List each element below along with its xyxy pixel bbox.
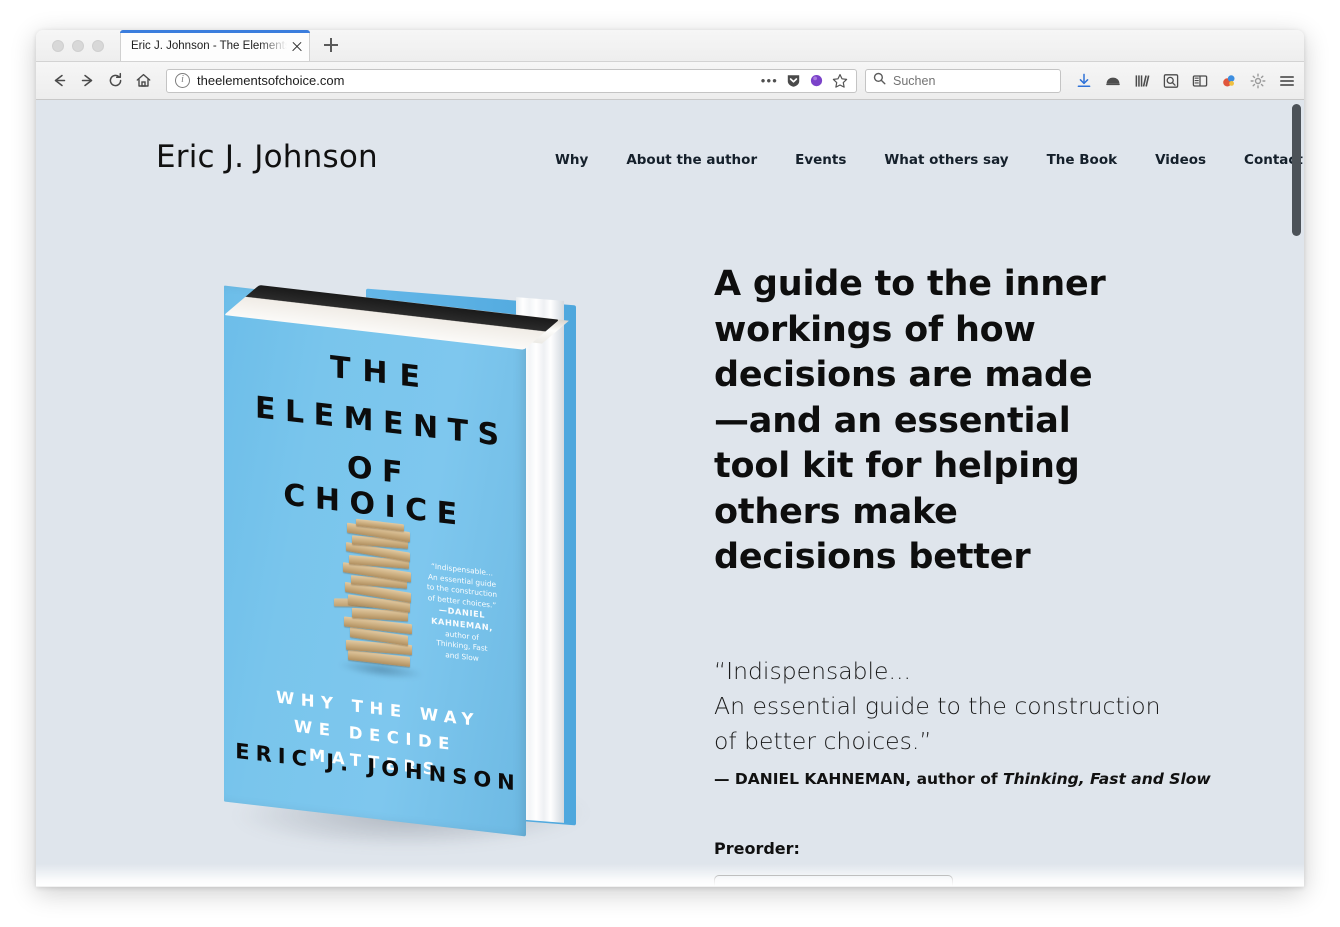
preorder-penguin-random-house-button[interactable]: Penguin Random House <box>714 874 953 886</box>
downloads-icon[interactable] <box>1075 72 1093 90</box>
minimize-window-button[interactable] <box>72 40 84 52</box>
library-icon[interactable] <box>1133 72 1151 90</box>
back-arrow-icon[interactable] <box>46 68 72 94</box>
settings-gear-icon[interactable] <box>1249 72 1267 90</box>
cover-blurb-author: —DANIEL KAHNEMAN, <box>431 604 493 633</box>
home-icon[interactable] <box>130 68 156 94</box>
book-column: THE ELEMENTS OF CHOICE “Indispensable...… <box>156 192 686 886</box>
page-scrollbar[interactable] <box>1289 100 1304 886</box>
forward-arrow-icon[interactable] <box>74 68 100 94</box>
new-tab-button[interactable] <box>316 31 346 59</box>
hero-text-column: A guide to the inner workings of how dec… <box>686 192 1304 886</box>
desktop-background: Eric J. Johnson - The Elements of Choice <box>0 0 1340 927</box>
navigation-toolbar: i theelementsofchoice.com ••• Suchen <box>36 62 1304 100</box>
attribution-prefix: — DANIEL KAHNEMAN, author of <box>714 769 1003 788</box>
pocket-save-icon[interactable] <box>786 73 801 88</box>
book-cover-content: THE ELEMENTS OF CHOICE “Indispensable...… <box>224 286 526 837</box>
toolbar-icon-group <box>1075 72 1296 90</box>
close-window-button[interactable] <box>52 40 64 52</box>
pull-quote-block: “Indispensable... An essential guide to … <box>714 654 1211 788</box>
site-info-icon[interactable]: i <box>175 73 190 88</box>
screenshot-icon[interactable] <box>1162 72 1180 90</box>
preorder-label: Preorder: <box>714 838 800 858</box>
address-bar[interactable]: i theelementsofchoice.com ••• <box>166 68 857 93</box>
site-logo[interactable]: Eric J. Johnson <box>156 139 536 175</box>
reader-view-icon[interactable] <box>1191 72 1209 90</box>
address-bar-actions: ••• <box>761 73 850 89</box>
nav-item-videos[interactable]: Videos <box>1136 152 1225 168</box>
search-input[interactable]: Suchen <box>893 74 935 88</box>
browser-window: Eric J. Johnson - The Elements of Choice <box>36 30 1304 887</box>
bookmark-star-icon[interactable] <box>832 73 848 89</box>
search-bar[interactable]: Suchen <box>865 68 1061 93</box>
page-headline: A guide to the inner workings of how dec… <box>714 264 1106 577</box>
pull-quote-text: “Indispensable... An essential guide to … <box>714 656 1161 755</box>
page-actions-icon[interactable]: ••• <box>761 74 778 87</box>
scrollbar-thumb[interactable] <box>1292 104 1301 236</box>
reload-icon[interactable] <box>102 68 128 94</box>
maximize-window-button[interactable] <box>92 40 104 52</box>
pull-quote-attribution: — DANIEL KAHNEMAN, author of Thinking, F… <box>714 769 1211 788</box>
nav-item-events[interactable]: Events <box>776 152 865 168</box>
book-cover-image: THE ELEMENTS OF CHOICE “Indispensable...… <box>216 285 636 877</box>
search-icon <box>873 72 886 90</box>
container-account-icon[interactable] <box>809 73 824 88</box>
nav-item-why[interactable]: Why <box>536 152 607 168</box>
nav-item-the-book[interactable]: The Book <box>1028 152 1137 168</box>
url-text: theelementsofchoice.com <box>197 73 345 88</box>
containers-icon[interactable] <box>1220 72 1238 90</box>
hamburger-menu-icon[interactable] <box>1278 72 1296 90</box>
attribution-book-title: Thinking, Fast and Slow <box>1003 769 1211 788</box>
tab-title: Eric J. Johnson - The Elements of Choice <box>131 40 287 52</box>
window-controls <box>36 40 116 61</box>
book-front-cover: THE ELEMENTS OF CHOICE “Indispensable...… <box>224 285 526 837</box>
site-navigation: Why About the author Events What others … <box>536 152 1304 168</box>
cover-blurb: “Indispensable... An essential guide to … <box>414 560 510 668</box>
tab-strip: Eric J. Johnson - The Elements of Choice <box>36 30 1304 62</box>
nav-item-about-the-author[interactable]: About the author <box>607 152 776 168</box>
site-header: Eric J. Johnson Why About the author Eve… <box>36 100 1304 192</box>
cover-blurb-quote: “Indispensable... An essential guide to … <box>426 561 498 610</box>
tab-close-icon[interactable] <box>289 38 305 54</box>
hero-section: THE ELEMENTS OF CHOICE “Indispensable...… <box>36 192 1304 886</box>
cover-blurb-author-sub: author of Thinking, Fast and Slow <box>436 628 488 663</box>
browser-tab-active[interactable]: Eric J. Johnson - The Elements of Choice <box>120 30 310 61</box>
pocket-icon[interactable] <box>1104 72 1122 90</box>
page-viewport: Eric J. Johnson Why About the author Eve… <box>36 100 1304 886</box>
jenga-tower-illustration <box>332 516 424 683</box>
nav-item-what-others-say[interactable]: What others say <box>865 152 1027 168</box>
